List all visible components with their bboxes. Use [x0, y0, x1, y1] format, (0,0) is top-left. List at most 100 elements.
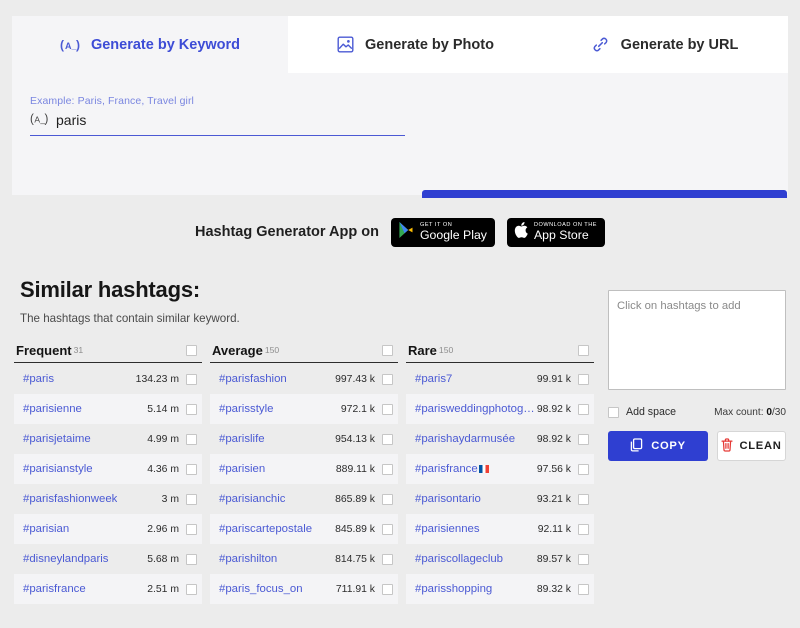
- hashtag-count: 97.56 k: [536, 463, 571, 475]
- keyword-input-row[interactable]: (A _) paris: [30, 112, 405, 136]
- hashtag-label[interactable]: #disneylandparis: [23, 553, 109, 565]
- hashtag-label[interactable]: #parisian: [23, 523, 69, 535]
- hashtag-checkbox[interactable]: [186, 523, 197, 535]
- hashtag-row[interactable]: #disneylandparis 5.68 m: [14, 544, 202, 574]
- hashtag-list: #parisfashion 997.43 k #parisstyle 972.1 k #…: [210, 364, 398, 604]
- hashtag-label[interactable]: #paris: [23, 373, 54, 385]
- hashtag-label[interactable]: #parisfashionweek: [23, 493, 117, 505]
- hashtag-checkbox[interactable]: [186, 373, 197, 385]
- hashtag-checkbox[interactable]: [578, 583, 589, 595]
- hashtag-label[interactable]: #parisfrance: [415, 463, 489, 475]
- hashtag-count: 4.36 m: [147, 463, 179, 475]
- hashtag-checkbox[interactable]: [578, 373, 589, 385]
- hashtag-label[interactable]: #parisjetaime: [23, 433, 91, 445]
- hashtag-label[interactable]: #parisfrance: [23, 583, 86, 595]
- column-select-all-checkbox[interactable]: [382, 344, 393, 356]
- google-play-badge[interactable]: GET IT ON Google Play: [390, 217, 495, 247]
- column-select-all-checkbox[interactable]: [186, 344, 197, 356]
- hashtag-label[interactable]: #parisienne: [23, 403, 82, 415]
- hashtag-label[interactable]: #parisien: [219, 463, 265, 475]
- hashtag-checkbox[interactable]: [382, 583, 393, 595]
- hashtag-row[interactable]: #parisfrance 97.56 k: [406, 454, 594, 484]
- tab-generate-by-photo[interactable]: Generate by Photo: [288, 16, 540, 73]
- clean-button-label: CLEAN: [739, 440, 782, 452]
- hashtag-label[interactable]: #parisianchic: [219, 493, 285, 505]
- hashtag-label[interactable]: #parishilton: [219, 553, 277, 565]
- hashtag-checkbox[interactable]: [186, 583, 197, 595]
- hashtag-row[interactable]: #parisienne 5.14 m: [14, 394, 202, 424]
- hashtag-label[interactable]: #parislife: [219, 433, 265, 445]
- app-store-big-label: App Store: [533, 228, 589, 243]
- generator-tabs: (A _) Generate by Keyword Generate by Pho…: [12, 16, 788, 73]
- hashtag-checkbox[interactable]: [382, 403, 393, 415]
- hashtag-row[interactable]: #parisien 889.11 k: [210, 454, 398, 484]
- hashtag-row[interactable]: #parisweddingphotographer98.92 k: [406, 394, 594, 424]
- hashtag-checkbox[interactable]: [382, 553, 393, 565]
- hashtag-label[interactable]: #parisweddingphotographer: [415, 403, 537, 415]
- hashtag-row[interactable]: #paris7 99.91 k: [406, 364, 594, 394]
- hashtag-checkbox[interactable]: [578, 493, 589, 505]
- hashtag-row[interactable]: #parisiennes 92.11 k: [406, 514, 594, 544]
- hashtag-row[interactable]: #pariscartepostale 845.89 k: [210, 514, 398, 544]
- hashtag-row[interactable]: #parisfashionweek 3 m: [14, 484, 202, 514]
- hashtag-row[interactable]: #pariscollageclub 89.57 k: [406, 544, 594, 574]
- hashtag-checkbox[interactable]: [382, 433, 393, 445]
- column-header: Frequent 31: [14, 338, 202, 363]
- add-space-checkbox-box[interactable]: [608, 406, 619, 418]
- hashtag-label[interactable]: #paris7: [415, 373, 452, 385]
- hashtag-label[interactable]: #parisianstyle: [23, 463, 93, 475]
- hashtag-checkbox[interactable]: [382, 463, 393, 475]
- hashtag-row[interactable]: #parisfashion 997.43 k: [210, 364, 398, 394]
- hashtag-row[interactable]: #paris_focus_on 711.91 k: [210, 574, 398, 604]
- hashtag-checkbox[interactable]: [578, 553, 589, 565]
- hashtag-row[interactable]: #parisshopping 89.32 k: [406, 574, 594, 604]
- keyword-input[interactable]: paris: [56, 112, 86, 128]
- app-store-badge[interactable]: Download on the App Store: [506, 217, 605, 247]
- tab-generate-by-url[interactable]: Generate by URL: [540, 16, 788, 73]
- hashtag-label[interactable]: #parisiennes: [415, 523, 480, 535]
- hashtag-checkbox[interactable]: [186, 493, 197, 505]
- google-play-icon: [398, 221, 415, 244]
- hashtag-label[interactable]: #parisstyle: [219, 403, 273, 415]
- hashtag-checkbox[interactable]: [578, 463, 589, 475]
- hashtag-row[interactable]: #parisjetaime 4.99 m: [14, 424, 202, 454]
- hashtag-checkbox[interactable]: [382, 493, 393, 505]
- hashtag-row[interactable]: #parishilton 814.75 k: [210, 544, 398, 574]
- hashtag-row[interactable]: #parishaydarmusée 98.92 k: [406, 424, 594, 454]
- hashtag-checkbox[interactable]: [186, 433, 197, 445]
- results-subtitle: The hashtags that contain similar keywor…: [20, 312, 240, 325]
- clean-button[interactable]: CLEAN: [717, 431, 786, 461]
- hashtag-row[interactable]: #parisstyle 972.1 k: [210, 394, 398, 424]
- hashtag-checkbox[interactable]: [382, 523, 393, 535]
- max-count-status: Max count: 0/30: [714, 407, 786, 418]
- hashtag-label[interactable]: #parisfashion: [219, 373, 287, 385]
- hashtag-label[interactable]: #parisshopping: [415, 583, 492, 595]
- hashtag-label[interactable]: #parishaydarmusée: [415, 433, 515, 445]
- copy-button[interactable]: COPY: [608, 431, 708, 461]
- hashtag-checkbox[interactable]: [186, 463, 197, 475]
- hashtag-row[interactable]: #parisianstyle 4.36 m: [14, 454, 202, 484]
- tab-generate-by-keyword[interactable]: (A _) Generate by Keyword: [12, 16, 288, 73]
- hashtag-checkbox[interactable]: [186, 403, 197, 415]
- hashtag-label[interactable]: #paris_focus_on: [219, 583, 303, 595]
- hashtag-row[interactable]: #paris 134.23 m: [14, 364, 202, 394]
- hashtag-row[interactable]: #parisontario 93.21 k: [406, 484, 594, 514]
- basket-buttons: COPY CLEAN: [608, 431, 786, 461]
- column-select-all-checkbox[interactable]: [578, 344, 589, 356]
- hashtag-label[interactable]: #pariscartepostale: [219, 523, 312, 535]
- column-title: Frequent: [16, 342, 72, 358]
- hashtag-row[interactable]: #parisianchic 865.89 k: [210, 484, 398, 514]
- selected-hashtags-textarea[interactable]: [608, 290, 786, 390]
- hashtag-row[interactable]: #parisfrance 2.51 m: [14, 574, 202, 604]
- hashtag-checkbox[interactable]: [578, 403, 589, 415]
- hashtag-row[interactable]: #parisian 2.96 m: [14, 514, 202, 544]
- hashtag-checkbox[interactable]: [382, 373, 393, 385]
- hashtag-checkbox[interactable]: [578, 433, 589, 445]
- hashtag-label[interactable]: #pariscollageclub: [415, 553, 503, 565]
- hashtag-label[interactable]: #parisontario: [415, 493, 481, 505]
- hashtag-count: 972.1 k: [340, 403, 375, 415]
- add-space-checkbox[interactable]: Add space: [608, 406, 676, 418]
- hashtag-checkbox[interactable]: [578, 523, 589, 535]
- hashtag-row[interactable]: #parislife 954.13 k: [210, 424, 398, 454]
- hashtag-checkbox[interactable]: [186, 553, 197, 565]
